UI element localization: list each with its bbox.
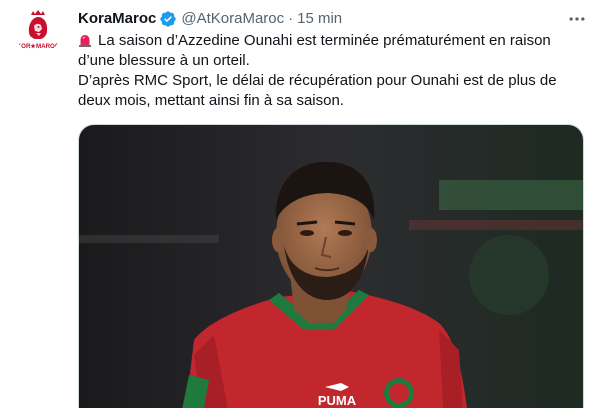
display-name[interactable]: KoraMaroc bbox=[78, 9, 156, 29]
jersey-brand-text: PUMA bbox=[318, 393, 357, 408]
avatar[interactable]: KOR★MAROC bbox=[14, 6, 62, 54]
tweet-text: La saison d’Azzedine Ounahi est terminée… bbox=[78, 31, 598, 111]
tweet-text-line: La saison d’Azzedine Ounahi est terminée… bbox=[78, 31, 598, 51]
timestamp[interactable]: 15 min bbox=[297, 9, 342, 29]
tweet-header: KoraMaroc @AtKoraMaroc · 15 min bbox=[78, 9, 342, 29]
avatar-brand-text: KOR★MAROC bbox=[17, 43, 60, 50]
siren-icon bbox=[78, 33, 92, 47]
verified-badge-icon bbox=[159, 10, 177, 28]
tweet-text-line-1: La saison d’Azzedine Ounahi est terminée… bbox=[98, 32, 551, 49]
account-handle[interactable]: @AtKoraMaroc bbox=[181, 9, 284, 29]
more-horizontal-icon bbox=[569, 17, 585, 21]
tweet-media-photo[interactable]: PUMA bbox=[78, 124, 584, 408]
tweet-text-line-4: deux mois, mettant ainsi fin à sa saison… bbox=[78, 92, 344, 109]
more-options-button[interactable] bbox=[566, 9, 588, 29]
football-player-photo-icon: PUMA bbox=[79, 125, 583, 408]
crowned-lion-logo-icon: KOR★MAROC bbox=[14, 6, 62, 54]
tweet-text-line-2: d’une blessure à un orteil. bbox=[78, 52, 250, 69]
separator-dot: · bbox=[288, 10, 294, 27]
tweet-text-line-3: D’après RMC Sport, le délai de récupérat… bbox=[78, 72, 557, 89]
tweet-card[interactable]: KOR★MAROC KoraMaroc @AtKoraMaroc · 15 mi… bbox=[0, 0, 616, 408]
